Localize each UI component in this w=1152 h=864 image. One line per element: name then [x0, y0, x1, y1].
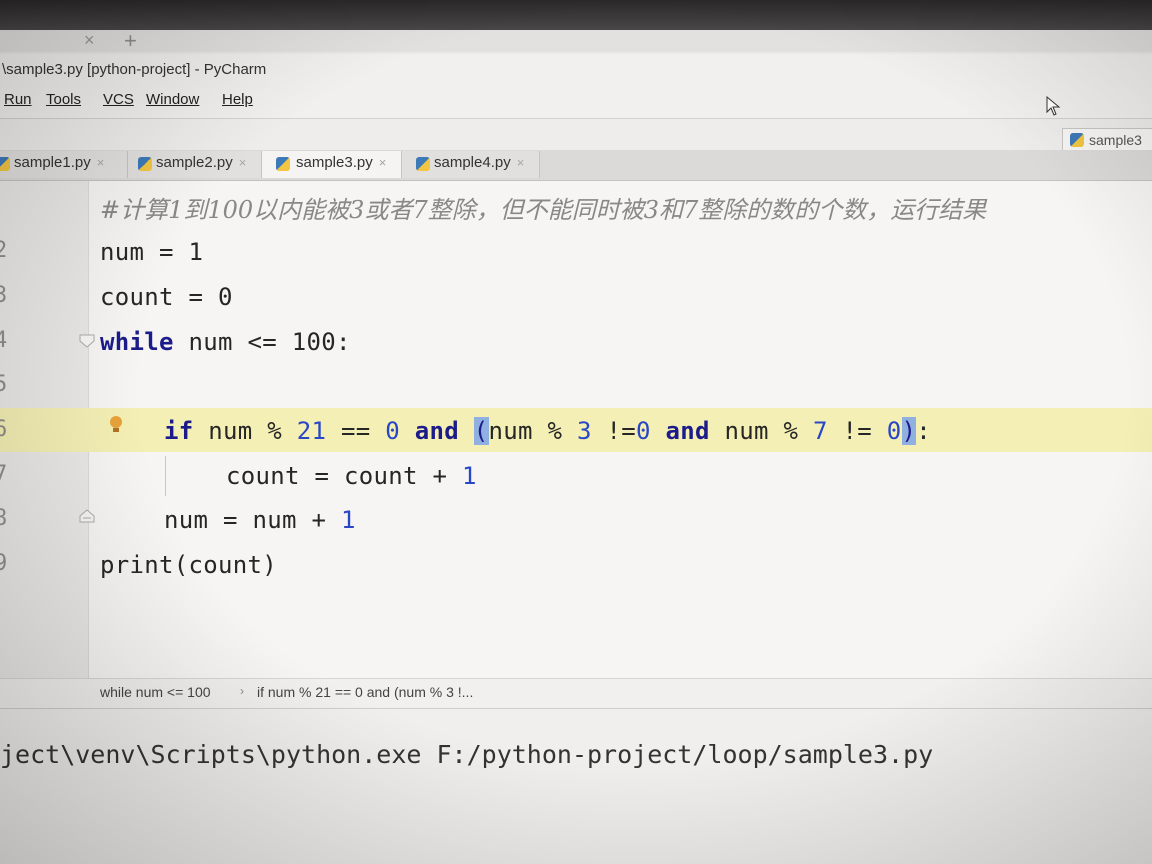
window-tab-strip	[0, 30, 1152, 52]
code-text: !=	[591, 417, 636, 445]
code-line-4: while num <= 100:	[100, 328, 351, 356]
tab-label: sample1.py	[14, 154, 91, 171]
number-literal: 7	[813, 417, 828, 445]
code-line-8: num = num + 1	[164, 506, 356, 534]
line-number: 6	[0, 417, 8, 442]
number-literal: 3	[577, 417, 592, 445]
line-number: 9	[0, 551, 8, 576]
menu-window-label: Window	[146, 91, 200, 108]
navigation-bar	[0, 119, 1152, 153]
code-text: :	[916, 417, 931, 445]
tab-sample1[interactable]: sample1.py ×	[0, 151, 128, 178]
close-icon[interactable]: ×	[517, 155, 525, 170]
new-tab-icon[interactable]: +	[124, 28, 137, 54]
run-configuration-label: sample3	[1089, 132, 1142, 148]
tab-label: sample4.py	[434, 154, 511, 171]
code-text: num %	[488, 417, 577, 445]
close-icon[interactable]: ×	[97, 155, 105, 170]
line-number: 4	[0, 328, 8, 353]
run-console[interactable]	[0, 708, 1152, 864]
tab-label: sample3.py	[296, 154, 373, 171]
line-number: 7	[0, 462, 8, 487]
code-line-9: print(count)	[100, 551, 277, 579]
mouse-pointer-icon	[1046, 96, 1061, 116]
code-text: count = count +	[226, 462, 462, 490]
menu-window[interactable]: Window	[146, 91, 199, 108]
fold-end-icon[interactable]	[78, 508, 96, 526]
code-text: ==	[326, 417, 386, 445]
code-line-3: count = 0	[100, 283, 233, 311]
menu-help-label: Help	[222, 91, 253, 108]
menu-help[interactable]: Help	[222, 91, 253, 108]
number-literal: 0	[636, 417, 651, 445]
chevron-right-icon: ›	[240, 684, 244, 698]
python-file-icon	[416, 157, 430, 171]
menu-vcs[interactable]: VCS	[103, 91, 134, 108]
line-number: 5	[0, 372, 8, 397]
browser-bezel	[0, 0, 1152, 32]
breadcrumb-item-if[interactable]: if num % 21 == 0 and (num % 3 !...	[257, 684, 473, 700]
code-line-7: count = count + 1	[226, 462, 477, 490]
intention-bulb-icon[interactable]	[108, 415, 124, 435]
tab-sample3[interactable]: sample3.py ×	[262, 151, 402, 178]
python-file-icon	[138, 157, 152, 171]
run-configuration-selector[interactable]: sample3	[1062, 128, 1152, 152]
menu-run-label: Run	[4, 91, 32, 108]
code-text: num %	[724, 417, 813, 445]
code-text: num = num +	[164, 506, 341, 534]
code-text: !=	[827, 417, 887, 445]
code-text: num %	[193, 417, 297, 445]
number-literal: 0	[385, 417, 400, 445]
screen: × + \sample3.py [python-project] - PyCha…	[0, 0, 1152, 864]
menu-run[interactable]: Run	[4, 91, 32, 108]
tab-sample4[interactable]: sample4.py ×	[402, 151, 540, 178]
menu-tools-label: Tools	[46, 91, 82, 108]
menu-vcs-label: VCS	[103, 91, 134, 108]
breadcrumb-item-while[interactable]: while num <= 100	[100, 684, 211, 700]
number-literal: 21	[296, 417, 327, 445]
keyword-and: and	[400, 417, 474, 445]
indent-guide	[165, 456, 166, 496]
tab-label: sample2.py	[156, 154, 233, 171]
code-line-2: num = 1	[100, 238, 204, 266]
keyword-while: while	[100, 328, 174, 356]
matched-brace: (	[473, 417, 489, 445]
keyword-if: if	[164, 417, 194, 445]
keyword-and: and	[650, 417, 725, 445]
matched-brace: )	[901, 417, 917, 445]
line-number: 2	[0, 238, 8, 263]
number-literal: 1	[341, 506, 356, 534]
python-file-icon	[0, 157, 10, 171]
line-number: 8	[0, 506, 8, 531]
tab-sample2[interactable]: sample2.py ×	[128, 151, 262, 178]
number-literal: 0	[886, 417, 902, 445]
number-literal: 1	[462, 462, 477, 490]
fold-collapse-icon[interactable]	[78, 331, 96, 349]
close-icon[interactable]: ×	[379, 155, 387, 170]
run-command-line: ject\venv\Scripts\python.exe F:/python-p…	[0, 740, 934, 769]
code-comment: #计算1到100以内能被3或者7整除，但不能同时被3和7整除的数的个数，运行结果	[100, 196, 987, 224]
menu-tools[interactable]: Tools	[46, 91, 81, 108]
close-icon[interactable]: ×	[239, 155, 247, 170]
line-number: 3	[0, 283, 8, 308]
close-tab-icon[interactable]: ×	[84, 30, 95, 51]
python-file-icon	[1070, 133, 1084, 147]
python-file-icon	[276, 157, 290, 171]
window-title: \sample3.py [python-project] - PyCharm	[2, 61, 267, 78]
code-line-6: if num % 21 == 0 and (num % 3 !=0 and nu…	[164, 417, 931, 445]
code-text: num <= 100:	[173, 328, 351, 356]
